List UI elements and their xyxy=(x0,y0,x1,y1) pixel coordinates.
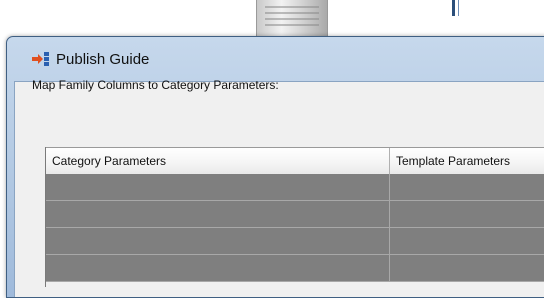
table-row[interactable] xyxy=(46,228,544,255)
parameter-mapping-table: Category Parameters Template Parameters xyxy=(45,147,544,287)
table-body xyxy=(46,174,544,282)
column-header-template-parameters[interactable]: Template Parameters xyxy=(390,148,544,174)
cell-divider xyxy=(389,201,390,227)
table-row[interactable] xyxy=(46,174,544,201)
background-window-edge xyxy=(452,0,455,16)
background-cylinder xyxy=(256,0,328,40)
table-row[interactable] xyxy=(46,255,544,282)
table-row[interactable] xyxy=(46,201,544,228)
column-header-category-parameters[interactable]: Category Parameters xyxy=(46,148,390,174)
title-bar[interactable]: Publish Guide xyxy=(7,37,544,81)
mapping-instruction: Map Family Columns to Category Parameter… xyxy=(32,78,279,92)
cell-divider xyxy=(389,228,390,254)
dialog-title: Publish Guide xyxy=(56,51,150,68)
publish-arrow-icon xyxy=(32,51,50,67)
cell-divider xyxy=(389,174,390,200)
background-window-edge-highlight xyxy=(458,0,459,16)
table-header: Category Parameters Template Parameters xyxy=(46,147,544,175)
cell-divider xyxy=(389,255,390,281)
